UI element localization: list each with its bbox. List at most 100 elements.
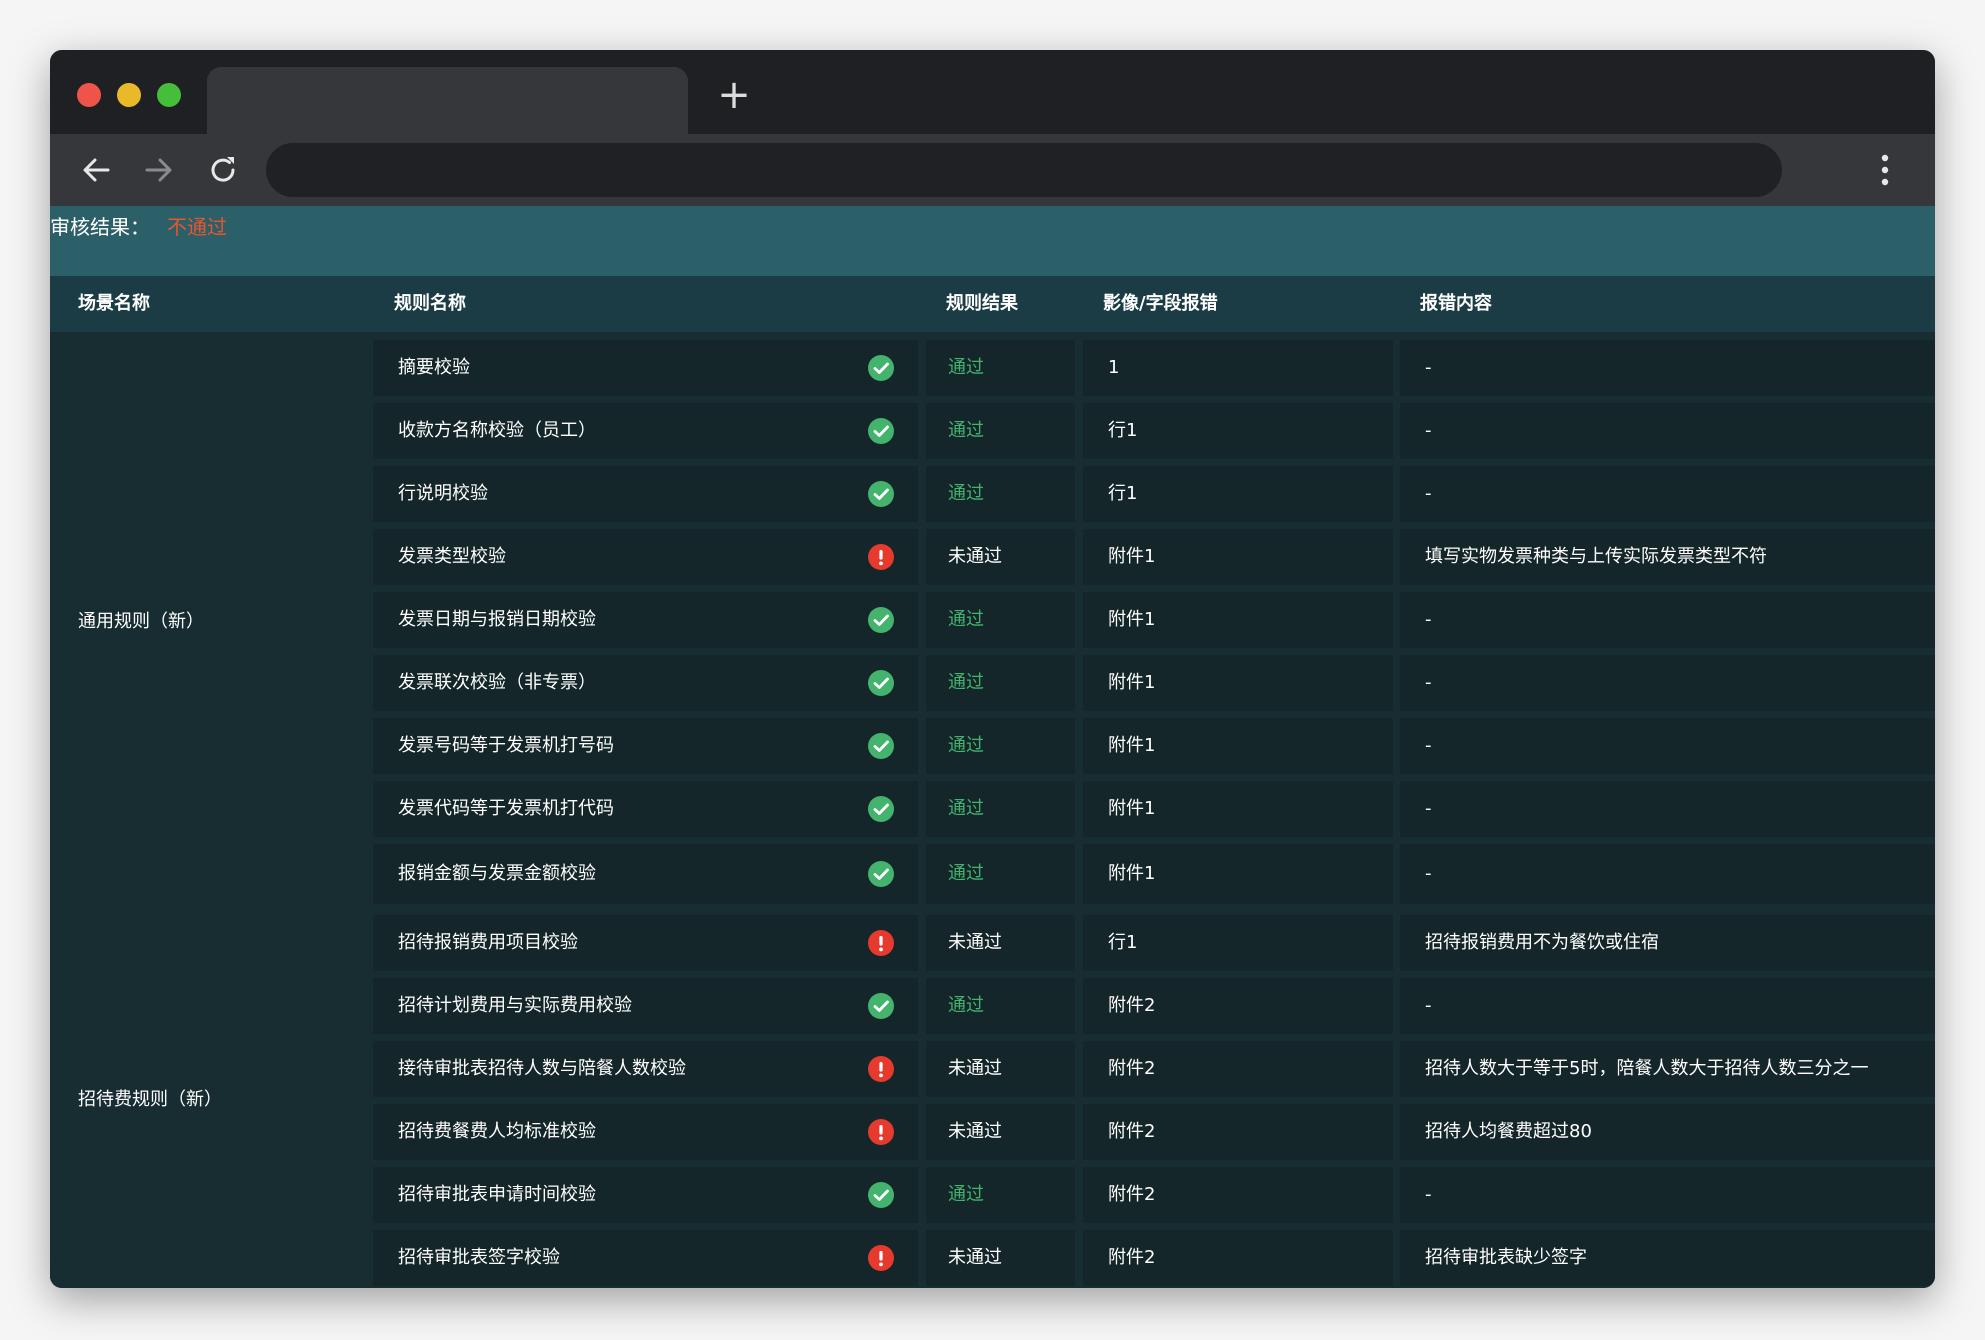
error-content-cell: - (1400, 781, 1935, 837)
error-content-cell: 填写实物发票种类与上传实际发票类型不符 (1400, 529, 1935, 585)
rule-result-cell: 通过 (926, 592, 1075, 648)
browser-tab[interactable] (207, 67, 688, 134)
close-window-button[interactable] (77, 83, 101, 107)
header-error-content: 报错内容 (1420, 276, 1492, 332)
rule-result-cell: 通过 (926, 844, 1075, 904)
field-error-text: 附件1 (1108, 844, 1155, 904)
browser-toolbar (50, 134, 1935, 206)
field-error-text: 附件2 (1108, 1167, 1155, 1223)
rule-name-cell: 招待计划费用与实际费用校验 (373, 978, 918, 1034)
back-button[interactable] (78, 152, 114, 188)
rule-name-text: 招待审批表申请时间校验 (398, 1167, 596, 1223)
error-content-cell: - (1400, 655, 1935, 711)
error-content-cell: - (1400, 340, 1935, 396)
error-content-cell: 招待审批表缺少签字 (1400, 1230, 1935, 1286)
rule-name-text: 招待计划费用与实际费用校验 (398, 978, 632, 1034)
rule-name-cell: 报销金额与发票金额校验 (373, 844, 918, 904)
check-circle-icon (868, 607, 894, 633)
audit-result-label: 审核结果： (50, 212, 150, 242)
field-error-text: 附件1 (1108, 529, 1155, 585)
error-content-text: - (1425, 844, 1432, 904)
field-error-text: 附件2 (1108, 1230, 1155, 1286)
audit-result-bar: 审核结果： 不通过 (50, 206, 1935, 276)
scene-name-cell: 招待费规则（新） (50, 907, 365, 1287)
rule-name-text: 接待审批表招待人数与陪餐人数校验 (398, 1041, 686, 1097)
error-content-cell: 招待人均餐费超过80 (1400, 1104, 1935, 1160)
error-content-cell: 招待报销费用不为餐饮或住宿 (1400, 915, 1935, 971)
rule-result-cell: 通过 (926, 466, 1075, 522)
reload-button[interactable] (205, 152, 241, 188)
rule-name-text: 招待审批表签字校验 (398, 1230, 560, 1286)
error-content-cell: - (1400, 978, 1935, 1034)
reload-icon (205, 152, 241, 188)
rule-result-cell: 通过 (926, 718, 1075, 774)
forward-button[interactable] (141, 152, 177, 188)
field-error-cell: 附件1 (1083, 718, 1393, 774)
rule-name-cell: 行说明校验 (373, 466, 918, 522)
header-rule-name: 规则名称 (394, 276, 466, 332)
exclamation-circle-icon (868, 1056, 894, 1082)
new-tab-button[interactable]: + (714, 72, 754, 118)
exclamation-circle-icon (868, 1119, 894, 1145)
rule-result-text: 通过 (948, 592, 984, 648)
field-error-text: 附件2 (1108, 1041, 1155, 1097)
error-content-text: - (1425, 340, 1432, 396)
field-error-cell: 附件1 (1083, 592, 1393, 648)
maximize-window-button[interactable] (157, 83, 181, 107)
rule-name-text: 报销金额与发票金额校验 (398, 844, 596, 904)
scene-name-label: 通用规则（新） (78, 607, 204, 633)
browser-menu-button[interactable] (1873, 148, 1897, 192)
error-content-cell: - (1400, 466, 1935, 522)
error-content-text: 招待审批表缺少签字 (1425, 1230, 1587, 1286)
error-content-text: 填写实物发票种类与上传实际发票类型不符 (1425, 529, 1767, 585)
error-content-cell: - (1400, 592, 1935, 648)
error-content-cell: - (1400, 718, 1935, 774)
rule-result-cell: 通过 (926, 781, 1075, 837)
rule-name-text: 发票类型校验 (398, 529, 506, 585)
error-content-text: - (1425, 466, 1432, 522)
error-content-cell: - (1400, 1167, 1935, 1223)
rule-name-text: 摘要校验 (398, 340, 470, 396)
error-content-text: - (1425, 781, 1432, 837)
field-error-text: 附件2 (1108, 1104, 1155, 1160)
rule-name-cell: 发票日期与报销日期校验 (373, 592, 918, 648)
rule-name-cell: 发票类型校验 (373, 529, 918, 585)
check-circle-icon (868, 796, 894, 822)
rule-name-cell: 招待审批表签字校验 (373, 1230, 918, 1286)
rule-result-text: 通过 (948, 978, 984, 1034)
page-content: 审核结果： 不通过 场景名称 规则名称 规则结果 影像/字段报错 报错内容 通用… (50, 206, 1935, 1288)
rule-name-text: 发票联次校验（非专票） (398, 655, 596, 711)
rule-name-text: 招待报销费用项目校验 (398, 915, 578, 971)
rule-result-cell: 通过 (926, 340, 1075, 396)
rule-result-text: 通过 (948, 718, 984, 774)
audit-result-value: 不通过 (167, 212, 227, 242)
rule-result-cell: 通过 (926, 655, 1075, 711)
field-error-cell: 1 (1083, 340, 1393, 396)
check-circle-icon (868, 993, 894, 1019)
rule-name-cell: 发票代码等于发票机打代码 (373, 781, 918, 837)
rule-result-cell: 通过 (926, 978, 1075, 1034)
rule-result-text: 未通过 (948, 1041, 1002, 1097)
error-content-text: - (1425, 403, 1432, 459)
rule-name-cell: 招待费餐费人均标准校验 (373, 1104, 918, 1160)
more-vert-icon (1873, 148, 1897, 192)
rule-result-cell: 未通过 (926, 1041, 1075, 1097)
field-error-text: 行1 (1108, 915, 1137, 971)
rule-result-text: 通过 (948, 781, 984, 837)
rule-name-cell: 招待审批表申请时间校验 (373, 1167, 918, 1223)
field-error-cell: 附件2 (1083, 1230, 1393, 1286)
scene-name-label: 招待费规则（新） (78, 1085, 222, 1111)
rule-name-cell: 招待报销费用项目校验 (373, 915, 918, 971)
exclamation-circle-icon (868, 930, 894, 956)
error-content-text: - (1425, 655, 1432, 711)
rule-name-cell: 摘要校验 (373, 340, 918, 396)
rule-result-cell: 通过 (926, 403, 1075, 459)
rule-result-text: 通过 (948, 1167, 984, 1223)
address-bar[interactable] (266, 143, 1782, 197)
minimize-window-button[interactable] (117, 83, 141, 107)
rule-result-text: 通过 (948, 844, 984, 904)
rule-name-text: 收款方名称校验（员工） (398, 403, 596, 459)
table-header: 场景名称 规则名称 规则结果 影像/字段报错 报错内容 (50, 276, 1935, 332)
arrow-right-icon (141, 152, 177, 188)
field-error-cell: 行1 (1083, 466, 1393, 522)
